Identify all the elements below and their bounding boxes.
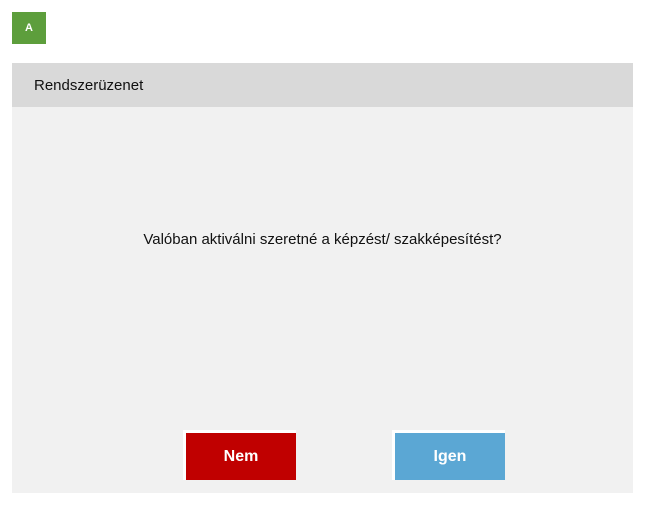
- app-badge: A: [12, 12, 46, 44]
- no-button[interactable]: Nem: [183, 430, 296, 480]
- yes-button-label: Igen: [433, 447, 467, 465]
- dialog-title: Rendszerüzenet: [34, 76, 144, 94]
- dialog-header: Rendszerüzenet: [12, 63, 633, 107]
- yes-button[interactable]: Igen: [392, 430, 505, 480]
- dialog-message: Valóban aktiválni szeretné a képzést/ sz…: [143, 231, 502, 248]
- system-message-dialog: Rendszerüzenet Valóban aktiválni szeretn…: [12, 63, 633, 493]
- no-button-label: Nem: [223, 447, 259, 465]
- badge-label: A: [25, 22, 33, 34]
